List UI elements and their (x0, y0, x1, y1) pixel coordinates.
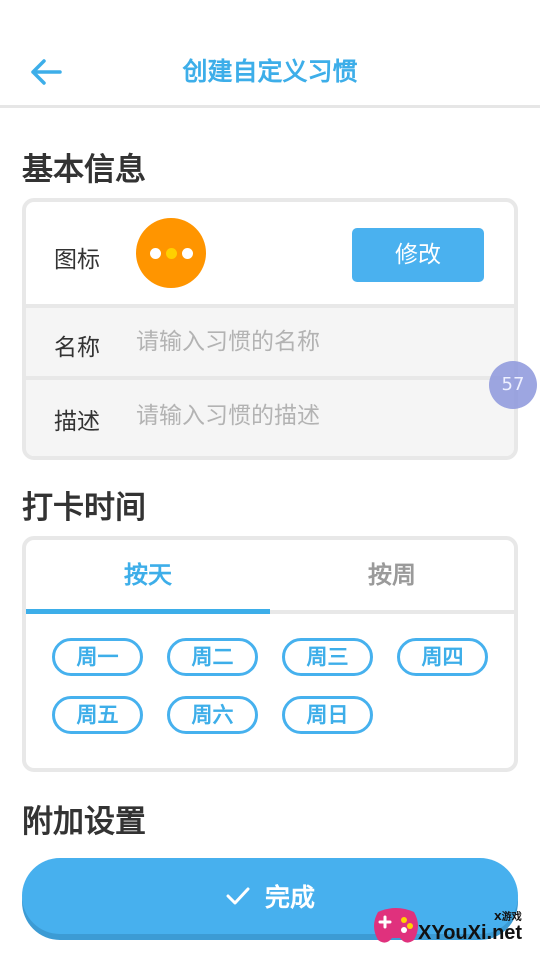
extra-settings-title: 附加设置 (22, 804, 146, 840)
name-row: 名称 (26, 308, 514, 380)
punch-time-title: 打卡时间 (22, 490, 146, 526)
floating-counter-badge[interactable]: 57 (489, 361, 537, 409)
day-chip-friday[interactable]: 周五 (52, 696, 143, 734)
icon-label: 图标 (54, 247, 100, 273)
description-label: 描述 (54, 409, 100, 435)
tab-by-week[interactable]: 按周 (270, 540, 514, 610)
basic-info-title: 基本信息 (22, 152, 146, 188)
more-dots-icon-middle (165, 247, 177, 259)
day-chip-monday[interactable]: 周一 (52, 638, 143, 676)
gamepad-logo-icon (374, 908, 418, 943)
name-label: 名称 (54, 335, 100, 361)
site-watermark: X游戏 XYouXi.net (366, 898, 536, 956)
habit-icon-preview (136, 218, 206, 288)
app-header: 创建自定义习惯 (0, 0, 540, 108)
more-dots-icon-right (181, 247, 193, 259)
name-input[interactable] (136, 324, 504, 360)
day-chip-saturday[interactable]: 周六 (167, 696, 258, 734)
day-chip-sunday[interactable]: 周日 (282, 696, 373, 734)
edit-icon-button[interactable]: 修改 (352, 228, 484, 282)
weekday-chips: 周一 周二 周三 周四 周五 周六 周日 (26, 614, 514, 768)
tab-by-day[interactable]: 按天 (26, 540, 270, 610)
watermark-small-text: X游戏 (494, 912, 522, 923)
icon-row: 图标 修改 (26, 202, 514, 308)
create-habit-page: 创建自定义习惯 基本信息 图标 修改 名称 描述 打卡时间 按天 按周 (0, 0, 540, 960)
day-chip-wednesday[interactable]: 周三 (282, 638, 373, 676)
finish-label: 完成 (264, 883, 315, 912)
check-icon (226, 887, 250, 905)
page-title: 创建自定义习惯 (182, 57, 358, 86)
watermark-text: XYouXi.net (418, 922, 523, 944)
basic-info-card: 图标 修改 名称 描述 (22, 198, 518, 460)
description-row: 描述 (26, 380, 514, 456)
punch-time-card: 按天 按周 周一 周二 周三 周四 周五 周六 周日 (22, 536, 518, 772)
day-chip-tuesday[interactable]: 周二 (167, 638, 258, 676)
frequency-tabs: 按天 按周 (26, 540, 514, 614)
description-input[interactable] (136, 398, 504, 434)
day-chip-thursday[interactable]: 周四 (397, 638, 488, 676)
more-dots-icon (149, 247, 161, 259)
